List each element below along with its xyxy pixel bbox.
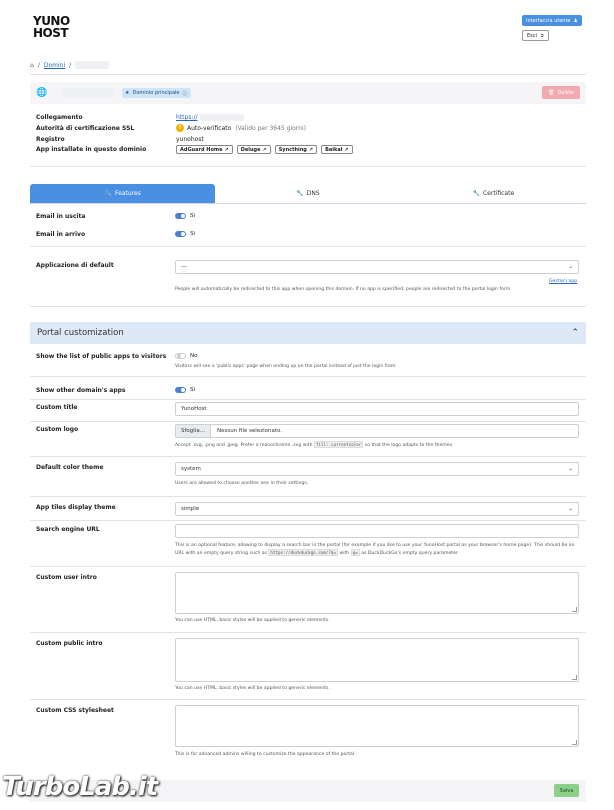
public-intro-help: You can use HTML, basic styles will be a…	[175, 686, 330, 691]
main-domain-badge: ★ Dominio principale ⓘ	[122, 88, 191, 98]
domain-info: Collegamento https:// Autorità di certif…	[36, 113, 576, 155]
search-engine-label: Search engine URL	[36, 526, 100, 533]
custom-css-help: This is for advanced admins willing to c…	[175, 752, 355, 757]
tiles-theme-label: App tiles display theme	[36, 504, 116, 511]
tab-features[interactable]: 🔧 Features	[30, 184, 216, 203]
logout-icon: ➲	[539, 32, 545, 39]
domain-link[interactable]: https://	[176, 114, 198, 121]
toggle-switch[interactable]	[175, 213, 186, 219]
star-icon: ★	[125, 90, 130, 96]
breadcrumb: ⌂ / Domini /	[30, 61, 110, 69]
external-link-icon: ↗	[224, 146, 229, 153]
app-chip-adguard[interactable]: AdGuard Home ↗	[176, 145, 233, 154]
email-in-toggle[interactable]: Sì	[175, 231, 195, 237]
other-domains-toggle[interactable]: Sì	[175, 387, 195, 393]
domain-tabs: 🔧 Features 🔧 DNS 🔧 Certificate	[30, 184, 586, 203]
wrench-icon: 🔧	[472, 190, 480, 197]
public-intro-textarea[interactable]	[175, 638, 579, 682]
color-theme-label: Default color theme	[36, 464, 104, 471]
color-theme-help: Users are allowed to choose another one …	[175, 481, 309, 486]
portal-customization-header[interactable]: Portal customization ⌃	[30, 322, 586, 344]
default-app-select[interactable]: --- ⌄	[175, 260, 579, 274]
user-intro-label: Custom user intro	[36, 574, 97, 581]
email-out-label: Email in uscita	[36, 213, 86, 220]
trash-icon: 🗑	[548, 89, 555, 96]
user-icon: ♟	[573, 17, 578, 24]
email-in-label: Email in arrivo	[36, 231, 86, 238]
public-intro-label: Custom public intro	[36, 640, 103, 647]
custom-logo-help: Accept .svg, .png and .jpeg. Prefer a mo…	[175, 441, 454, 448]
external-link-icon: ↗	[344, 146, 349, 153]
breadcrumb-domains-link[interactable]: Domini	[44, 62, 65, 69]
resize-handle[interactable]	[572, 675, 577, 680]
toggle-switch[interactable]	[175, 387, 186, 393]
delete-button[interactable]: 🗑 Delete	[542, 86, 580, 99]
wrench-icon: 🔧	[104, 190, 112, 197]
tiles-theme-select[interactable]: simple ⌄	[175, 502, 579, 516]
search-engine-help: This is an optional feature, allowing to…	[175, 543, 575, 556]
globe-icon: 🌐	[36, 88, 48, 98]
app-chip-deluge[interactable]: Deluge ↗	[236, 145, 271, 154]
save-button[interactable]: Salva	[554, 784, 579, 797]
breadcrumb-domain-redacted	[75, 61, 110, 69]
default-app-label: Applicazione di default	[36, 262, 114, 269]
user-intro-help: You can use HTML, basic styles will be a…	[175, 618, 330, 623]
domain-name-redacted	[62, 88, 114, 97]
info-icon: ⓘ	[182, 90, 188, 97]
home-icon[interactable]: ⌂	[30, 62, 34, 69]
chevron-down-icon: ⌄	[568, 466, 573, 472]
tab-dns[interactable]: 🔧 DNS	[215, 184, 400, 203]
custom-css-label: Custom CSS stylesheet	[36, 707, 114, 714]
chevron-down-icon: ⌄	[568, 264, 573, 270]
turbolab-watermark: TurboLab.it	[2, 772, 158, 802]
custom-css-textarea[interactable]	[175, 705, 579, 747]
domain-link-redacted	[199, 114, 244, 121]
warning-icon: !	[176, 124, 184, 132]
toggle-switch[interactable]	[175, 231, 186, 237]
logout-button[interactable]: Esci ➲	[522, 30, 549, 41]
custom-title-input[interactable]: YunoHost	[175, 402, 579, 416]
user-interface-button[interactable]: Interfaccia utente ♟	[522, 15, 582, 26]
public-apps-help: Visitors will see a 'public apps' page w…	[175, 364, 397, 369]
external-link-icon: ↗	[308, 146, 314, 153]
default-app-help: People will automatically be redirected …	[175, 287, 512, 292]
toggle-switch[interactable]	[175, 353, 186, 359]
custom-logo-label: Custom logo	[36, 426, 79, 433]
email-out-toggle[interactable]: Sì	[175, 213, 195, 219]
user-intro-textarea[interactable]	[175, 572, 579, 614]
app-chip-baikal[interactable]: Baikal ↗	[321, 145, 353, 154]
chevron-up-icon[interactable]: ⌃	[571, 328, 579, 338]
public-apps-toggle[interactable]: No	[175, 353, 197, 359]
chevron-down-icon: ⌄	[568, 506, 573, 512]
custom-logo-file-input[interactable]: Sfoglia... Nessun file selezionato.	[175, 424, 579, 438]
custom-title-label: Custom title	[36, 404, 78, 411]
app-chip-syncthing[interactable]: Syncthing ↗	[274, 145, 318, 154]
wrench-icon: 🔧	[296, 190, 304, 197]
color-theme-select[interactable]: system ⌄	[175, 462, 579, 476]
browse-button[interactable]: Sfoglia...	[176, 425, 211, 437]
external-link-icon: ↗	[262, 146, 267, 153]
other-domains-label: Show other domain's apps	[36, 387, 126, 394]
public-apps-label: Show the list of public apps to visitors	[36, 353, 167, 360]
manage-apps-link[interactable]: Gestisci app	[549, 279, 577, 284]
yunohost-logo[interactable]: YUNO HOST	[33, 15, 73, 43]
tab-certificate[interactable]: 🔧 Certificate	[401, 184, 586, 203]
search-engine-input[interactable]	[175, 524, 579, 538]
resize-handle[interactable]	[572, 740, 577, 745]
resize-handle[interactable]	[572, 607, 577, 612]
